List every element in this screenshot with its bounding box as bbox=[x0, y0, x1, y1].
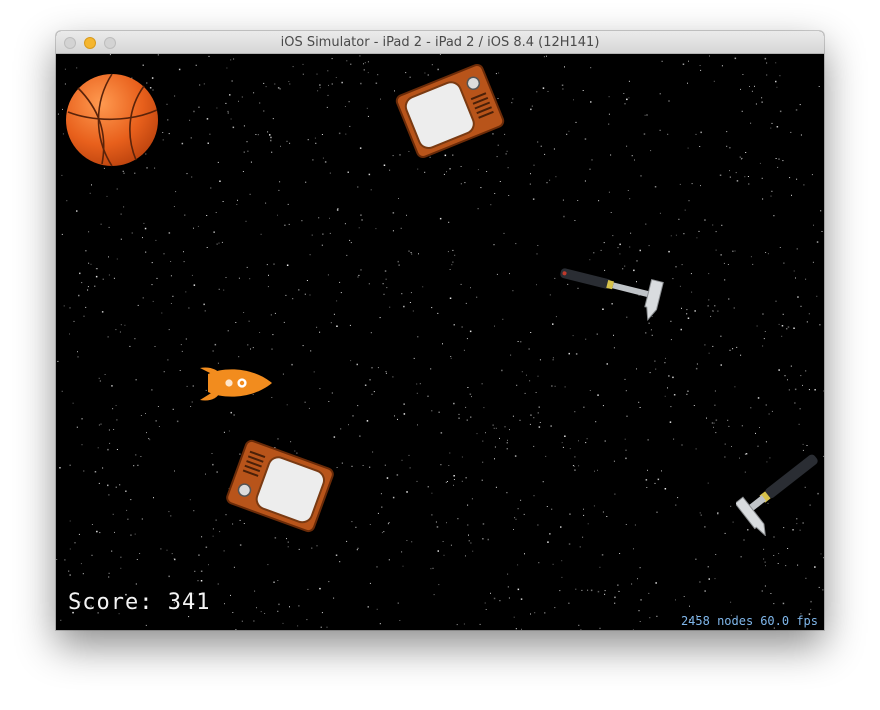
fps-counter: 60.0 fps bbox=[760, 614, 818, 628]
title-bar[interactable]: iOS Simulator - iPad 2 - iPad 2 / iOS 8.… bbox=[56, 31, 824, 54]
rocket-icon bbox=[200, 367, 272, 401]
score-label: Score: 341 bbox=[68, 590, 211, 615]
window-title: iOS Simulator - iPad 2 - iPad 2 / iOS 8.… bbox=[280, 35, 600, 50]
tv-icon bbox=[226, 439, 334, 533]
hammer-icon bbox=[560, 268, 664, 321]
simulator-window: iOS Simulator - iPad 2 - iPad 2 / iOS 8.… bbox=[56, 31, 824, 630]
hammer-icon bbox=[736, 454, 818, 536]
node-count: 2458 nodes bbox=[680, 614, 754, 628]
tv-icon bbox=[395, 63, 505, 159]
debug-stats: 2458 nodes 60.0 fps bbox=[674, 614, 818, 628]
basketball-icon bbox=[66, 73, 158, 167]
game-scene[interactable]: Score: 341 2458 nodes 60.0 fps bbox=[56, 54, 824, 630]
